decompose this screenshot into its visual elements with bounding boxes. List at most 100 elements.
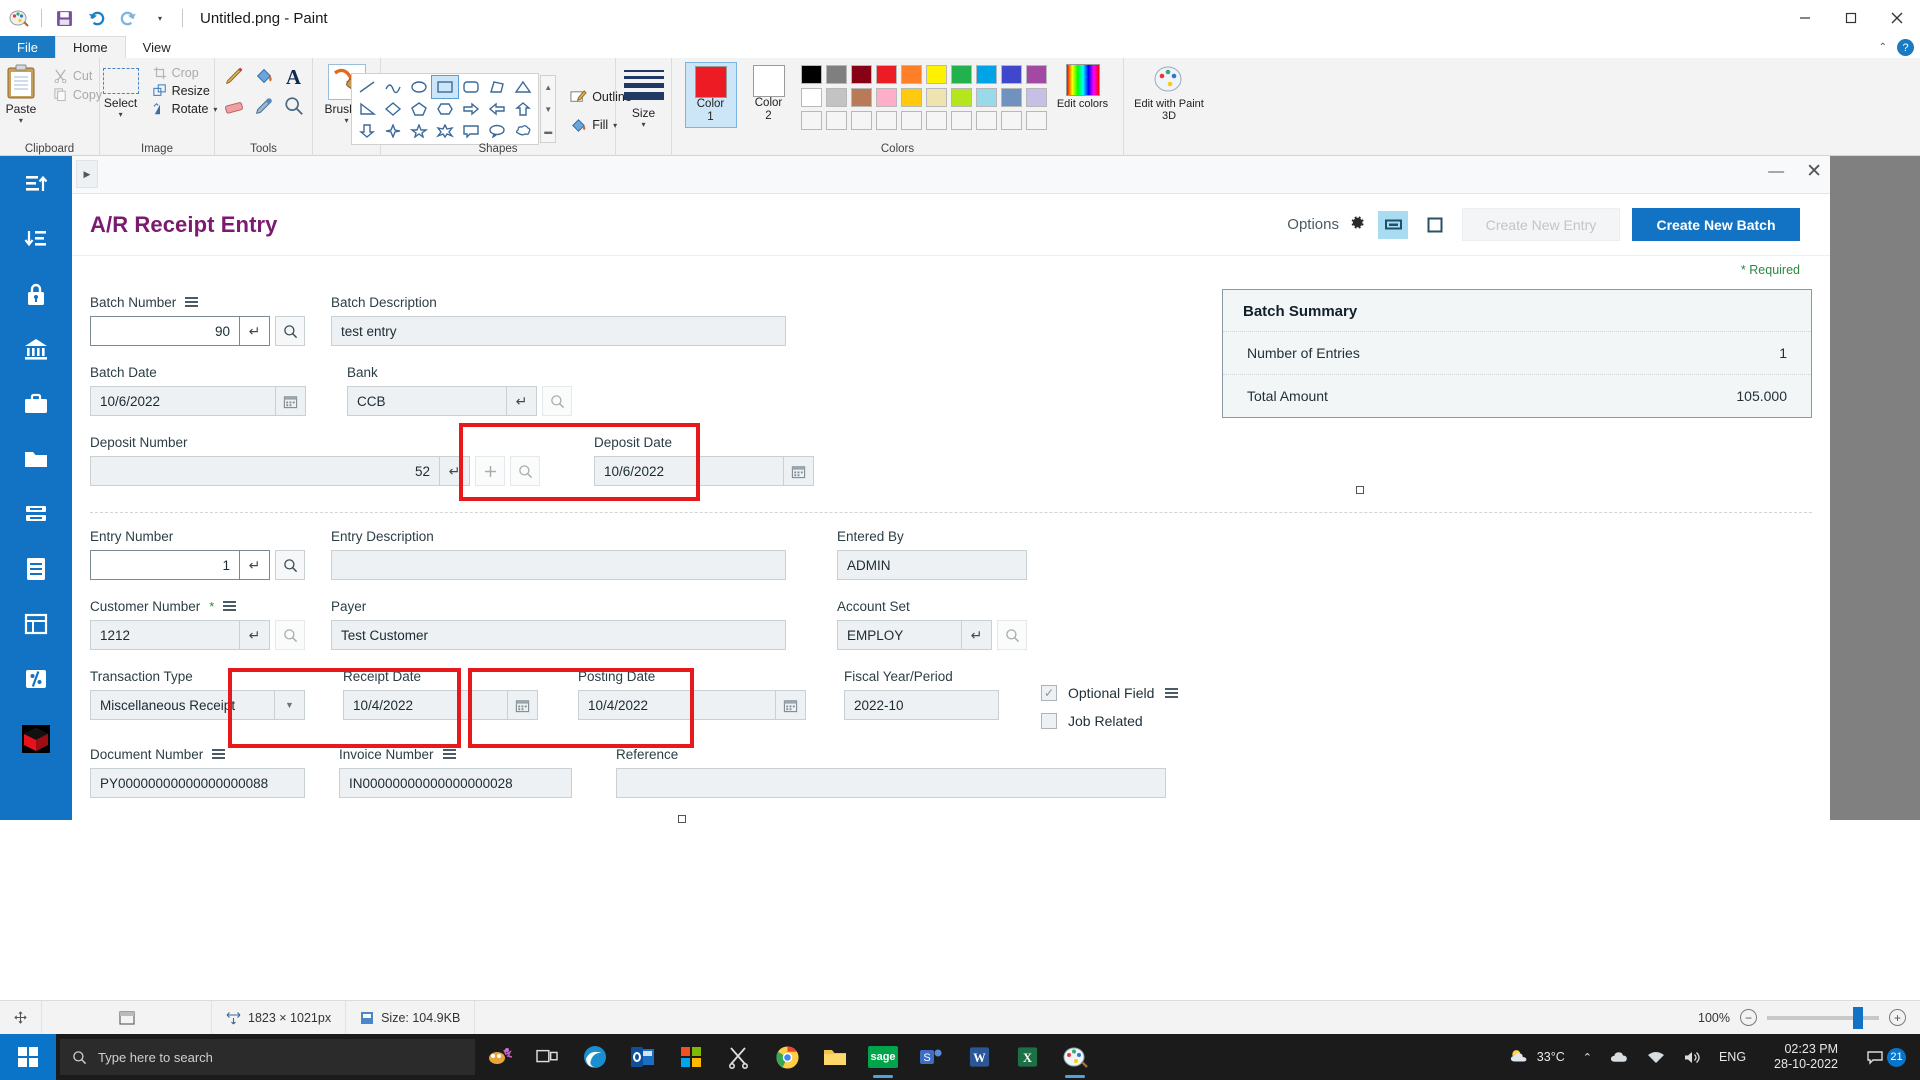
sage-icon[interactable]: sage (859, 1034, 907, 1080)
shape-four-point-star[interactable] (380, 120, 406, 142)
sidebar-item-import-entry[interactable] (0, 211, 72, 266)
paint-logo-icon[interactable] (6, 5, 32, 31)
options-button[interactable]: Options (1287, 213, 1366, 236)
tray-overflow-icon[interactable]: ⌃ (1575, 1034, 1600, 1080)
zoom-in-button[interactable]: + (1889, 1009, 1906, 1026)
batch-number-input[interactable]: 90 (90, 316, 240, 346)
batch-description-input[interactable]: test entry (331, 316, 786, 346)
canvas-resize-handle-bottom[interactable] (678, 815, 686, 823)
sidebar-item-security[interactable] (0, 266, 72, 321)
explorer-icon[interactable] (811, 1034, 859, 1080)
shape-cloud-callout[interactable] (510, 120, 536, 142)
palette-swatch-0-6[interactable] (950, 65, 972, 84)
batch-number-menu-icon[interactable] (185, 297, 199, 307)
paint-icon[interactable] (1051, 1034, 1099, 1080)
palette-swatch-1-9[interactable] (1025, 88, 1047, 107)
palette-swatch-1-2[interactable] (850, 88, 872, 107)
store-icon[interactable] (667, 1034, 715, 1080)
customer-number-menu-icon[interactable] (223, 601, 237, 611)
paste-caret-icon[interactable]: ▾ (19, 116, 23, 125)
shape-rounded-callout[interactable] (458, 120, 484, 142)
batch-date-calendar-icon[interactable] (276, 386, 306, 416)
palette-swatch-0-2[interactable] (850, 65, 872, 84)
shapes-scroll-up-icon[interactable]: ▲ (541, 76, 555, 98)
shape-line[interactable] (354, 76, 380, 98)
posting-date-input[interactable]: 10/4/2022 (578, 690, 776, 720)
palette-swatch-2-4[interactable] (900, 111, 922, 130)
rotate-button[interactable]: Rotate ▾ (149, 100, 222, 118)
sidebar-item-post-entry[interactable] (0, 156, 72, 211)
account-set-search-button[interactable] (997, 620, 1027, 650)
text-icon[interactable]: A (286, 65, 301, 90)
tab-home[interactable]: Home (54, 36, 126, 58)
color2-button[interactable]: Color 2 (743, 62, 795, 126)
bank-enter-icon[interactable]: ↵ (507, 386, 537, 416)
close-button[interactable] (1874, 0, 1920, 36)
create-new-entry-button[interactable]: Create New Entry (1462, 208, 1620, 241)
shape-hexagon[interactable] (432, 98, 458, 120)
task-view-icon[interactable] (523, 1034, 571, 1080)
canvas-resize-handle-right[interactable] (1356, 486, 1364, 494)
tab-view[interactable]: View (126, 36, 188, 58)
size-button[interactable]: Size ▾ (616, 62, 672, 129)
deposit-date-calendar-icon[interactable] (784, 456, 814, 486)
deposit-number-enter-icon[interactable]: ↵ (440, 456, 470, 486)
shape-right-triangle[interactable] (354, 98, 380, 120)
shape-pentagon[interactable] (406, 98, 432, 120)
sidebar-expand-icon[interactable]: ▶ (76, 160, 98, 188)
language-indicator[interactable]: ENG (1711, 1034, 1754, 1080)
zoom-slider-thumb[interactable] (1853, 1006, 1863, 1029)
palette-swatch-0-5[interactable] (925, 65, 947, 84)
bank-search-button[interactable] (542, 386, 572, 416)
palette-swatch-1-6[interactable] (950, 88, 972, 107)
start-button[interactable] (0, 1034, 56, 1080)
sidebar-item-folder[interactable] (0, 431, 72, 486)
palette-swatch-2-5[interactable] (925, 111, 947, 130)
undo-icon[interactable] (83, 5, 109, 31)
document-number-menu-icon[interactable] (212, 749, 226, 759)
chevron-down-icon[interactable]: ▼ (275, 690, 305, 720)
sidebar-item-percent[interactable] (0, 651, 72, 706)
shape-diamond[interactable] (380, 98, 406, 120)
bank-input[interactable]: CCB (347, 386, 507, 416)
pencil-icon[interactable] (223, 65, 245, 90)
deposit-date-input[interactable]: 10/6/2022 (594, 456, 784, 486)
minimize-button[interactable] (1782, 0, 1828, 36)
clock-widget[interactable]: 02:23 PM 28-10-2022 (1756, 1034, 1856, 1080)
palette-swatch-0-9[interactable] (1025, 65, 1047, 84)
shape-oval[interactable] (406, 76, 432, 98)
shapes-scroll-down-icon[interactable]: ▼ (541, 98, 555, 120)
document-number-input[interactable]: PY00000000000000000088 (90, 768, 305, 798)
paint-canvas[interactable]: ▶ — ✕ A/R Receipt Entry Options Create N… (0, 156, 1920, 823)
chevron-up-icon[interactable]: ⌃ (1879, 42, 1887, 53)
palette-swatch-2-3[interactable] (875, 111, 897, 130)
job-related-checkbox[interactable] (1041, 713, 1057, 729)
word-icon[interactable]: W (955, 1034, 1003, 1080)
shape-right-arrow[interactable] (458, 98, 484, 120)
palette-swatch-2-9[interactable] (1025, 111, 1047, 130)
sage-minimize-button[interactable]: — (1768, 163, 1784, 181)
sidebar-item-grid[interactable] (0, 596, 72, 651)
sage-close-button[interactable]: ✕ (1806, 160, 1822, 183)
volume-icon[interactable] (1675, 1034, 1709, 1080)
optional-field-checkbox[interactable]: ✓ (1041, 685, 1057, 701)
palette-swatch-1-1[interactable] (825, 88, 847, 107)
receipt-date-input[interactable]: 10/4/2022 (343, 690, 508, 720)
batch-number-search-button[interactable] (275, 316, 305, 346)
shapes-expand-icon[interactable]: ▬ (541, 120, 555, 142)
save-icon[interactable] (51, 5, 77, 31)
view-toggle-full-button[interactable] (1420, 211, 1450, 239)
invoice-number-menu-icon[interactable] (442, 749, 456, 759)
edit-colors-button[interactable]: Edit colors (1055, 62, 1111, 110)
receipt-date-calendar-icon[interactable] (508, 690, 538, 720)
size-caret-icon[interactable]: ▾ (641, 120, 645, 129)
color-palette[interactable] (800, 62, 1049, 132)
help-icon[interactable]: ? (1897, 39, 1914, 56)
network-icon[interactable] (1639, 1034, 1673, 1080)
view-toggle-compact-button[interactable] (1378, 210, 1408, 239)
account-set-enter-icon[interactable]: ↵ (962, 620, 992, 650)
onedrive-icon[interactable] (1602, 1034, 1637, 1080)
sidebar-item-list[interactable] (0, 486, 72, 541)
palette-swatch-1-7[interactable] (975, 88, 997, 107)
palette-swatch-2-2[interactable] (850, 111, 872, 130)
